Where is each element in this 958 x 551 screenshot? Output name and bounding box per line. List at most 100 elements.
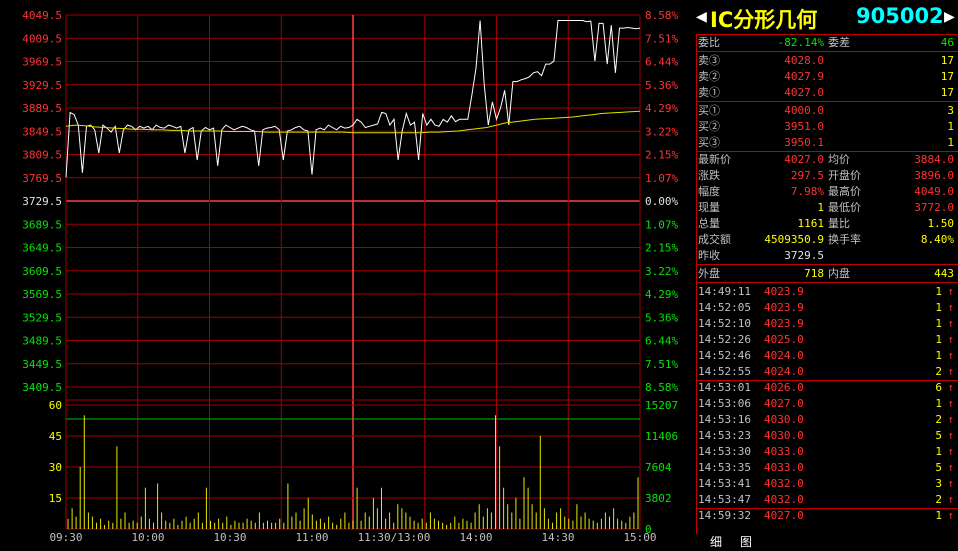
up-arrow-icon: ↑ — [947, 317, 954, 330]
sell-volume: 17 — [940, 70, 954, 83]
tick-row: 14:53:47 4032.0 2 ↑ — [696, 492, 958, 508]
tick-time: 14:52:46 — [698, 349, 751, 362]
price-tick-label: 3449.5 — [22, 358, 62, 371]
tick-row: 14:52:46 4024.0 1 ↑ — [696, 348, 958, 364]
tick-time: 14:53:30 — [698, 445, 751, 458]
divider — [696, 282, 958, 283]
tick-price: 4030.0 — [764, 429, 804, 442]
tick-time: 14:53:41 — [698, 477, 751, 490]
up-arrow-icon: ↑ — [947, 429, 954, 442]
tick-time: 14:52:10 — [698, 317, 751, 330]
tick-row: 14:53:23 4030.0 5 ↑ — [696, 428, 958, 444]
panel-title: ◀ IC分形几何 905002 ▶ — [696, 0, 958, 34]
outer-volume-value: 718 — [804, 267, 824, 280]
pct-tick-label: 4.29% — [645, 102, 678, 115]
stat-value: 3884.0 — [914, 153, 954, 166]
sell-volume: 17 — [940, 54, 954, 67]
stat-label: 成交额 — [698, 233, 731, 246]
volume-right-tick-label: 15207 — [645, 399, 678, 412]
tick-time: 14:53:01 — [698, 381, 751, 394]
tick-time: 14:49:11 — [698, 285, 751, 298]
time-label: 14:00 — [459, 531, 492, 544]
stat-label: 换手率 — [828, 233, 861, 246]
inner-volume-value: 443 — [934, 267, 954, 280]
pct-tick-label: 2.15% — [645, 242, 678, 255]
stat-label: 最高价 — [828, 185, 861, 198]
tick-price: 4023.9 — [764, 285, 804, 298]
tick-row: 14:53:06 4027.0 1 ↑ — [696, 396, 958, 412]
price-tick-label: 3729.5 — [22, 195, 62, 208]
tick-time: 14:53:06 — [698, 397, 751, 410]
tick-row: 14:52:05 4023.9 1 ↑ — [696, 300, 958, 316]
tick-volume: 1 — [935, 509, 942, 522]
volume-right-tick-label: 11406 — [645, 430, 678, 443]
price-tick-label: 4009.5 — [22, 32, 62, 45]
stat-label: 最低价 — [828, 201, 861, 214]
pct-tick-label: 6.44% — [645, 335, 678, 348]
tick-row: 14:52:55 4024.0 2 ↑ — [696, 364, 958, 380]
intraday-chart[interactable]: 4049.5 8.58% 4009.5 7.51% 3969.5 6.44% 3929.5 5… — [0, 0, 696, 551]
up-arrow-icon: ↑ — [947, 477, 954, 490]
stat-label: 均价 — [828, 153, 850, 166]
time-label: 10:00 — [131, 531, 164, 544]
wai-nei-row: 外盘 718 内盘 443 — [696, 266, 958, 282]
tick-row: 14:53:35 4033.0 5 ↑ — [696, 460, 958, 476]
price-tick-label: 3769.5 — [22, 172, 62, 185]
tick-volume: 1 — [935, 333, 942, 346]
time-label: 11:00 — [295, 531, 328, 544]
divider — [696, 264, 958, 265]
tick-volume: 1 — [935, 397, 942, 410]
buy-level-label: 买① — [698, 104, 720, 117]
pct-tick-label: 8.58% — [645, 9, 678, 22]
tick-price: 4030.0 — [764, 413, 804, 426]
stat-value: 3772.0 — [914, 201, 954, 214]
sell-price: 4027.0 — [784, 86, 824, 99]
up-arrow-icon: ↑ — [947, 461, 954, 474]
tick-volume: 1 — [935, 445, 942, 458]
tick-volume: 1 — [935, 349, 942, 362]
stat-label: 最新价 — [698, 153, 731, 166]
price-tick-label: 4049.5 — [22, 9, 62, 22]
buy-row: 买③ 3950.1 1 — [696, 135, 958, 151]
prev-close-value: 3729.5 — [784, 249, 824, 262]
tick-time: 14:53:23 — [698, 429, 751, 442]
next-arrow-icon[interactable]: ▶ — [944, 6, 955, 27]
stat-value: 297.5 — [790, 169, 824, 182]
tick-time: 14:59:32 — [698, 509, 751, 522]
instrument-name: IC分形几何 — [710, 8, 818, 32]
price-tick-label: 3969.5 — [22, 56, 62, 69]
buy-level-label: 买② — [698, 120, 720, 133]
tick-row: 14:53:30 4033.0 1 ↑ — [696, 444, 958, 460]
pct-tick-label: 4.29% — [645, 288, 678, 301]
sell-level-label: 卖① — [698, 86, 720, 99]
price-tick-label: 3929.5 — [22, 79, 62, 92]
tab-chart[interactable]: 图 — [740, 533, 752, 551]
stat-row: 最新价 4027.0 均价 3884.0 — [696, 152, 958, 168]
tick-price: 4025.0 — [764, 333, 804, 346]
tick-price: 4027.0 — [764, 509, 804, 522]
prev-close-row: 昨收 3729.5 — [696, 248, 958, 264]
inner-volume-label: 内盘 — [828, 267, 850, 280]
tick-row: 14:49:11 4023.9 1 ↑ — [696, 284, 958, 300]
wei-bi-label: 委比 — [698, 36, 720, 49]
tab-detail[interactable]: 细 — [710, 533, 722, 551]
buy-row: 买① 4000.0 3 — [696, 103, 958, 119]
quote-panel: ◀ IC分形几何 905002 ▶ 委比 -82.14% 委差 46 卖③ 4028.0 1… — [696, 0, 958, 551]
sell-row: 卖③ 4028.0 17 — [696, 53, 958, 69]
stat-row: 幅度 7.98% 最高价 4049.0 — [696, 184, 958, 200]
stat-label: 总量 — [698, 217, 720, 230]
instrument-code: 905002 — [856, 4, 944, 28]
pct-tick-label: 7.51% — [645, 32, 678, 45]
prev-arrow-icon[interactable]: ◀ — [696, 6, 707, 27]
sell-level-label: 卖② — [698, 70, 720, 83]
sell-price: 4028.0 — [784, 54, 824, 67]
price-tick-label: 3889.5 — [22, 102, 62, 115]
tick-price: 4032.0 — [764, 493, 804, 506]
volume-tick-label: 30 — [49, 461, 62, 474]
buy-volume: 1 — [947, 120, 954, 133]
tick-row: 14:53:01 4026.0 6 ↑ — [696, 380, 958, 396]
up-arrow-icon: ↑ — [947, 301, 954, 314]
price-tick-label: 3529.5 — [22, 311, 62, 324]
sell-price: 4027.9 — [784, 70, 824, 83]
time-axis-labels: 09:30 10:00 10:30 11:00 11:30/13:00 14:00 14:3… — [49, 531, 656, 544]
